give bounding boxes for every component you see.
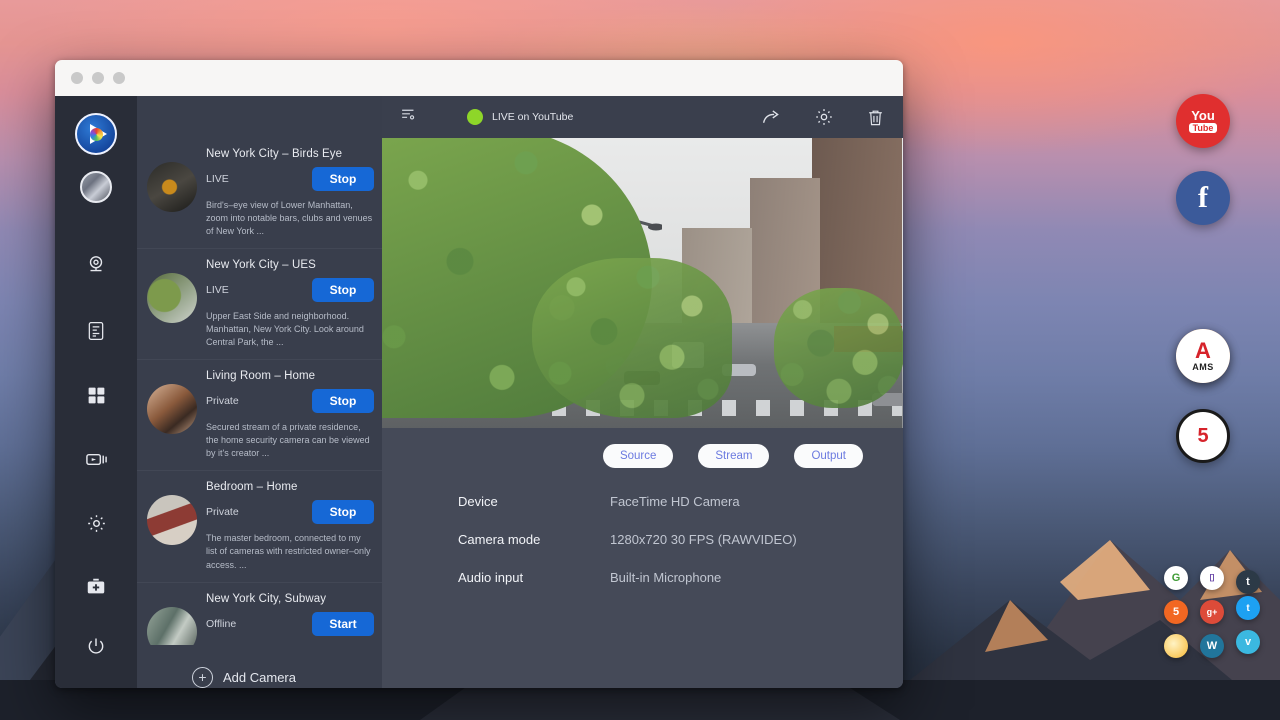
maximize-button[interactable] <box>113 72 125 84</box>
camera-status: LIVE <box>206 173 229 185</box>
camera-action-button[interactable]: Stop <box>312 389 374 413</box>
google-plus-mini-icon[interactable]: g+ <box>1200 600 1224 624</box>
video-preview[interactable] <box>382 138 903 428</box>
source-info-list: Device FaceTime HD Camera Camera mode 12… <box>382 468 903 608</box>
camera-status: LIVE <box>206 284 229 296</box>
app-play-logo[interactable] <box>75 113 117 155</box>
close-button[interactable] <box>71 72 83 84</box>
camera-thumbnail <box>147 495 197 545</box>
info-key: Device <box>458 494 610 509</box>
info-row-audio-input: Audio input Built-in Microphone <box>458 570 903 585</box>
desktop: New York City – Birds Eye LIVE Stop Bird… <box>0 0 1280 720</box>
main-panel: LIVE on YouTube <box>382 96 903 688</box>
user-avatar[interactable] <box>80 171 112 203</box>
camera-description: Bird's–eye view of Lower Manhattan, zoom… <box>206 199 374 238</box>
youtube-tube-text: Tube <box>1189 123 1218 133</box>
settings-tabs: Source Stream Output <box>382 428 903 468</box>
youtube-desktop-icon[interactable]: You Tube <box>1176 94 1230 148</box>
camera-title: New York City – Birds Eye <box>206 148 374 160</box>
info-value[interactable]: Built-in Microphone <box>610 570 721 585</box>
camera-action-button[interactable]: Stop <box>312 167 374 191</box>
sort-filter-icon[interactable] <box>400 106 417 128</box>
smashcast-desktop-icon[interactable]: 5 <box>1176 409 1230 463</box>
tab-stream[interactable]: Stream <box>698 444 769 468</box>
camera-list[interactable]: New York City – Birds Eye LIVE Stop Bird… <box>137 138 382 645</box>
grid-apps-icon[interactable] <box>76 375 116 415</box>
camera-status: Offline <box>206 618 236 630</box>
twitch-mini-icon[interactable]: ⌷ <box>1200 566 1224 590</box>
info-row-camera-mode: Camera mode 1280x720 30 FPS (RAWVIDEO) <box>458 532 903 547</box>
camera-row[interactable]: New York City – Birds Eye LIVE Stop Bird… <box>137 138 382 249</box>
facebook-desktop-icon[interactable]: f <box>1176 171 1230 225</box>
info-value[interactable]: 1280x720 30 FPS (RAWVIDEO) <box>610 532 797 547</box>
gravatar-mini-icon[interactable]: G <box>1164 566 1188 590</box>
camera-title: New York City, Subway <box>206 593 374 605</box>
add-camera-label: Add Camera <box>223 670 296 685</box>
live-status-label: LIVE on YouTube <box>492 111 573 123</box>
app-window: New York City – Birds Eye LIVE Stop Bird… <box>55 60 903 688</box>
tree-foliage-secondary <box>532 258 732 418</box>
tab-output[interactable]: Output <box>794 444 863 468</box>
window-titlebar <box>55 60 903 96</box>
camera-row[interactable]: Bedroom – Home Private Stop The master b… <box>137 471 382 582</box>
info-key: Camera mode <box>458 532 610 547</box>
camera-description: Secured stream of a private residence, t… <box>206 421 374 460</box>
gear-icon[interactable] <box>814 107 834 127</box>
camera-list-panel: New York City – Birds Eye LIVE Stop Bird… <box>137 96 382 688</box>
camera-thumbnail <box>147 384 197 434</box>
camera-title: Living Room – Home <box>206 370 374 382</box>
webcam-icon[interactable] <box>76 245 116 285</box>
camera-description: The master bedroom, connected to my list… <box>206 532 374 571</box>
main-toolbar: LIVE on YouTube <box>382 96 903 138</box>
camera-thumbnail <box>147 607 197 645</box>
camera-action-button[interactable]: Stop <box>312 278 374 302</box>
left-sidebar <box>55 96 137 688</box>
tree-foliage-right <box>774 288 903 408</box>
smashcast-mini-icon[interactable]: 5 <box>1164 600 1188 624</box>
adobe-a-text: A <box>1195 340 1211 362</box>
chroma-dot <box>90 128 103 141</box>
info-row-device: Device FaceTime HD Camera <box>458 494 903 509</box>
camera-status: Private <box>206 506 239 518</box>
share-arrow-icon[interactable] <box>761 107 782 128</box>
camera-row[interactable]: Living Room – Home Private Stop Secured … <box>137 360 382 471</box>
info-key: Audio input <box>458 570 610 585</box>
camera-thumbnail <box>147 162 197 212</box>
adobe-ams-desktop-icon[interactable]: A AMS <box>1176 329 1230 383</box>
camera-list-header <box>137 96 382 138</box>
video-player-icon[interactable] <box>76 439 116 479</box>
flickr-mini-icon[interactable] <box>1164 634 1188 658</box>
live-indicator-dot <box>467 109 483 125</box>
tumblr-mini-icon[interactable]: t <box>1236 570 1260 594</box>
camera-title: New York City – UES <box>206 259 374 271</box>
power-icon[interactable] <box>76 626 116 666</box>
info-value[interactable]: FaceTime HD Camera <box>610 494 740 509</box>
camera-thumbnail <box>147 273 197 323</box>
camera-action-button[interactable]: Start <box>312 612 374 636</box>
vimeo-mini-icon[interactable]: v <box>1236 630 1260 654</box>
camera-description: Upper East Side and neighborhood. Manhat… <box>206 310 374 349</box>
plus-circle-icon: + <box>192 667 213 688</box>
ams-text: AMS <box>1192 362 1214 372</box>
window-body: New York City – Birds Eye LIVE Stop Bird… <box>55 96 903 688</box>
smashcast-5-text: 5 <box>1197 425 1208 448</box>
live-status-chip: LIVE on YouTube <box>467 109 573 125</box>
wordpress-mini-icon[interactable]: W <box>1200 634 1224 658</box>
camera-status: Private <box>206 395 239 407</box>
tablet-document-icon[interactable] <box>76 311 116 351</box>
camera-title: Bedroom – Home <box>206 481 374 493</box>
minimize-button[interactable] <box>92 72 104 84</box>
tab-source[interactable]: Source <box>603 444 673 468</box>
trash-icon[interactable] <box>866 108 885 127</box>
gear-icon[interactable] <box>76 503 116 543</box>
camera-row[interactable]: New York City, Subway Offline Start New … <box>137 583 382 645</box>
first-aid-kit-icon[interactable] <box>76 567 116 607</box>
camera-action-button[interactable]: Stop <box>312 500 374 524</box>
camera-row[interactable]: New York City – UES LIVE Stop Upper East… <box>137 249 382 360</box>
youtube-you-text: You <box>1191 109 1215 122</box>
facebook-f-text: f <box>1198 181 1208 215</box>
add-camera-button[interactable]: + Add Camera <box>137 645 382 688</box>
twitter-mini-icon[interactable]: t <box>1236 596 1260 620</box>
